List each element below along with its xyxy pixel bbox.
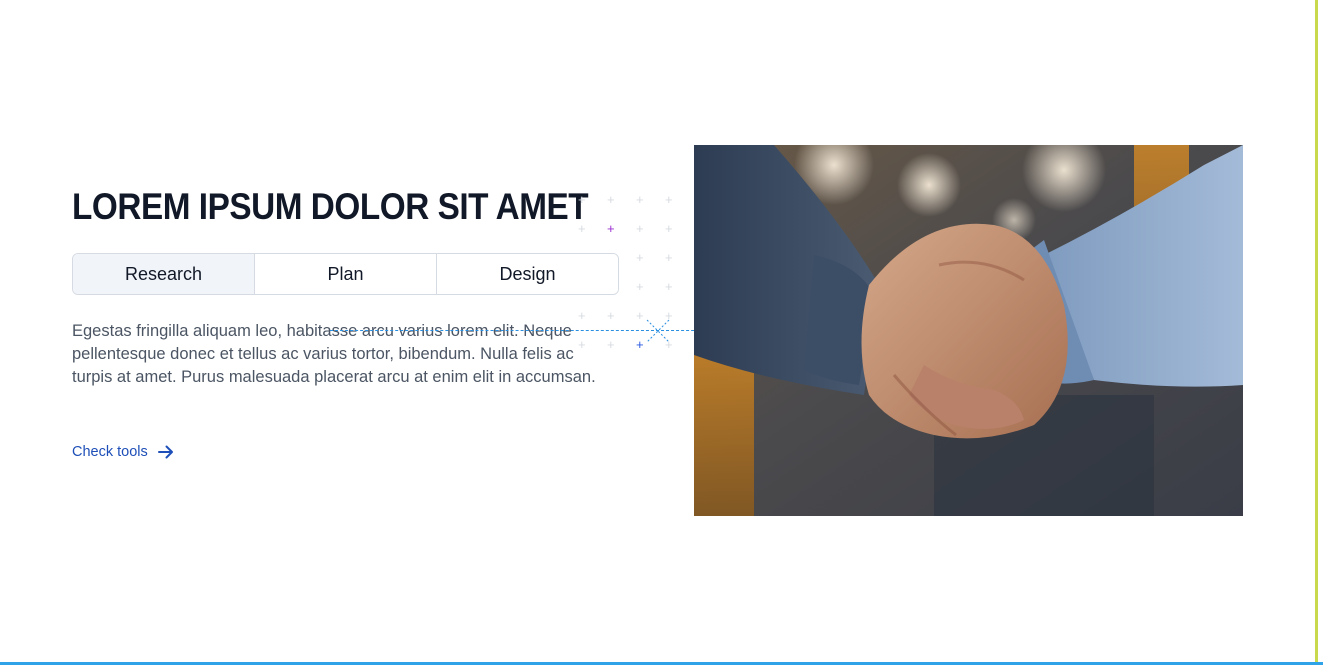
plus-icon: + — [636, 221, 644, 236]
arrow-right-icon — [157, 445, 173, 459]
plus-icon: + — [607, 308, 615, 323]
check-tools-label: Check tools — [72, 444, 148, 460]
tab-bar: Research Plan Design — [72, 253, 619, 295]
plus-icon: + — [636, 192, 644, 207]
section-title: LOREM IPSUM DOLOR SIT AMET — [72, 186, 589, 227]
tab-plan[interactable]: Plan — [255, 254, 437, 294]
handshake-photo — [694, 145, 1243, 516]
plus-icon: + — [665, 250, 673, 265]
plus-icon: + — [665, 221, 673, 236]
plus-icon: + — [578, 308, 586, 323]
plus-icon: + — [665, 279, 673, 294]
plus-icon: + — [578, 192, 586, 207]
plus-icon: + — [636, 279, 644, 294]
right-edge-line — [1315, 0, 1318, 665]
plus-icon: + — [607, 337, 615, 352]
check-tools-link[interactable]: Check tools — [72, 444, 174, 460]
plus-icon: + — [665, 192, 673, 207]
plus-icon: + — [578, 337, 586, 352]
tab-research[interactable]: Research — [73, 254, 255, 294]
plus-icon: + — [607, 221, 615, 236]
sparkle-icon — [646, 319, 670, 343]
plus-icon: + — [636, 250, 644, 265]
plus-icon: + — [578, 221, 586, 236]
plus-icon: + — [607, 192, 615, 207]
page: LOREM IPSUM DOLOR SIT AMET Research Plan… — [0, 0, 1323, 665]
